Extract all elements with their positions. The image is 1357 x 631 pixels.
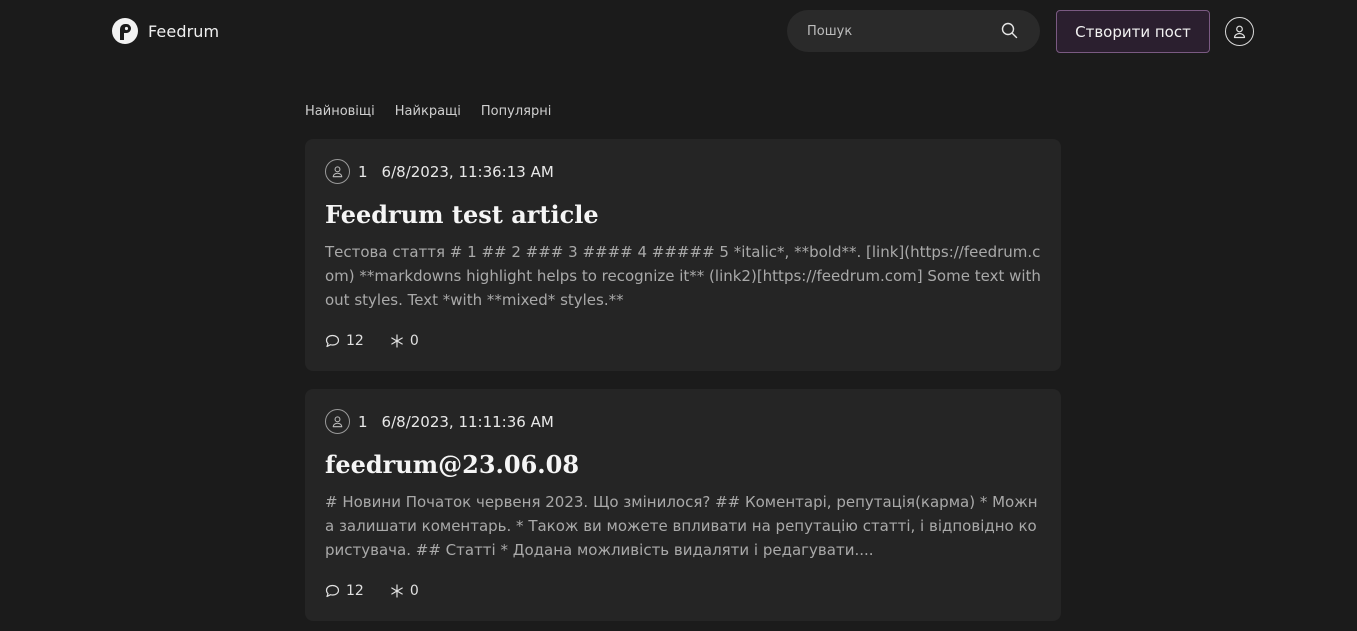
post-card: 1 6/8/2023, 11:11:36 AM feedrum@23.06.08… — [305, 389, 1061, 621]
post-date: 6/8/2023, 11:11:36 AM — [381, 412, 554, 431]
reactions-count: 0 — [409, 583, 419, 599]
brand-name: Feedrum — [148, 21, 220, 41]
asterisk-icon — [391, 584, 403, 598]
search-input[interactable] — [807, 23, 997, 39]
tab-best[interactable]: Найкращі — [395, 104, 461, 119]
brand-logo-link[interactable]: Feedrum — [111, 17, 219, 45]
post-meta: 1 6/8/2023, 11:11:36 AM — [325, 409, 554, 434]
search-box — [787, 10, 1040, 52]
user-icon — [332, 166, 343, 178]
search-icon[interactable] — [1001, 22, 1018, 39]
author-name[interactable]: 1 — [358, 413, 368, 431]
author-avatar[interactable] — [325, 409, 350, 434]
feedrum-logo-icon — [112, 18, 138, 44]
comments-count: 12 — [346, 583, 364, 599]
post-stats: 12 0 — [325, 582, 419, 600]
post-excerpt[interactable]: Тестова стаття # 1 ## 2 ### 3 #### 4 ###… — [325, 240, 1041, 312]
sort-tabs: Найновіщі Найкращі Популярні — [305, 104, 551, 119]
reactions-count: 0 — [409, 333, 419, 349]
create-post-button[interactable]: Створити пост — [1056, 10, 1210, 53]
asterisk-icon — [391, 334, 403, 348]
post-excerpt[interactable]: # Новини Початок червеня 2023. Що змінил… — [325, 490, 1041, 562]
reactions-counter[interactable]: 0 — [390, 583, 419, 599]
user-icon — [1233, 25, 1246, 39]
post-meta: 1 6/8/2023, 11:36:13 AM — [325, 159, 554, 184]
comments-counter[interactable]: 12 — [325, 583, 364, 599]
tab-newest[interactable]: Найновіщі — [305, 104, 375, 119]
post-card: 1 6/8/2023, 11:36:13 AM Feedrum test art… — [305, 139, 1061, 371]
post-title[interactable]: feedrum@23.06.08 — [325, 450, 579, 479]
post-title[interactable]: Feedrum test article — [325, 200, 599, 229]
author-avatar[interactable] — [325, 159, 350, 184]
comments-count: 12 — [346, 333, 364, 349]
tab-popular[interactable]: Популярні — [481, 104, 551, 119]
top-header: Feedrum Створити пост — [0, 0, 1357, 64]
reactions-counter[interactable]: 0 — [390, 333, 419, 349]
comment-icon — [325, 584, 340, 598]
post-date: 6/8/2023, 11:36:13 AM — [381, 162, 554, 181]
comments-counter[interactable]: 12 — [325, 333, 364, 349]
comment-icon — [325, 334, 340, 348]
post-stats: 12 0 — [325, 332, 419, 350]
user-icon — [332, 416, 343, 428]
author-name[interactable]: 1 — [358, 163, 368, 181]
profile-button[interactable] — [1225, 17, 1254, 46]
